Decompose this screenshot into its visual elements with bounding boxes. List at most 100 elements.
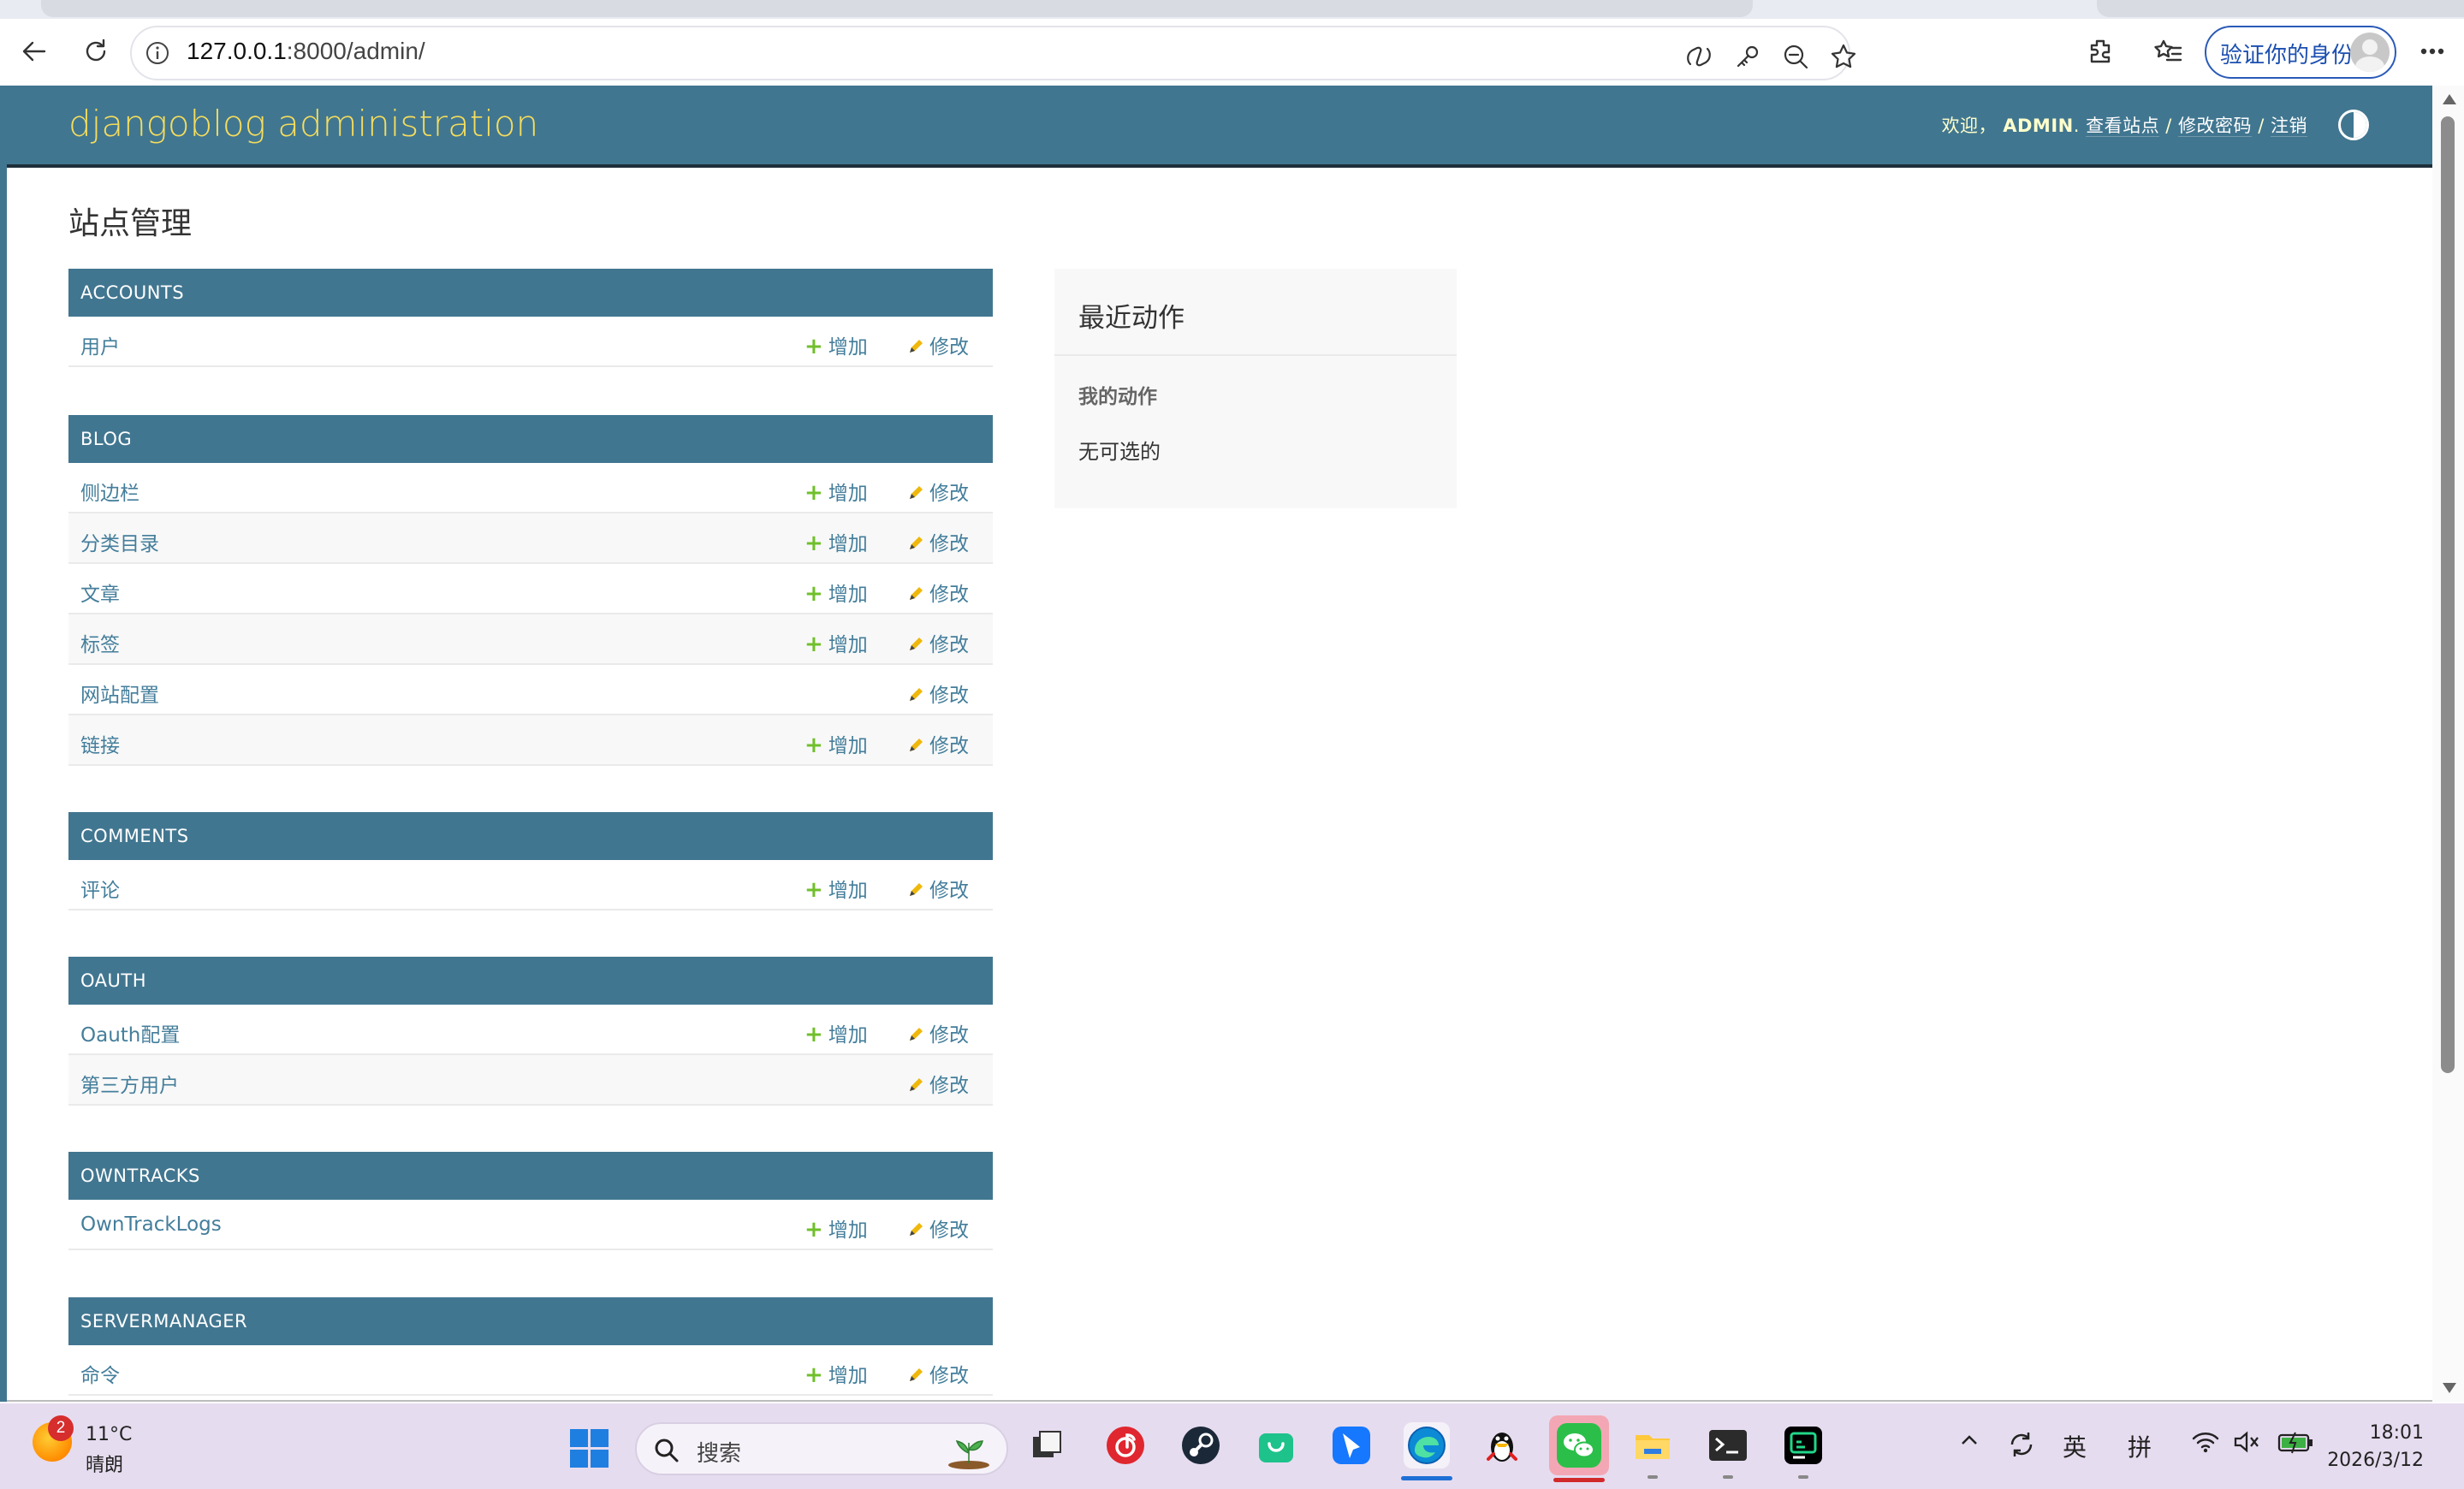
- add-link[interactable]: + 增加: [805, 729, 868, 758]
- theme-toggle-icon[interactable]: [2338, 110, 2369, 140]
- add-link[interactable]: + 增加: [805, 330, 868, 359]
- site-branding[interactable]: djangoblog administration: [68, 103, 538, 145]
- change-link[interactable]: 修改: [907, 1018, 969, 1047]
- site-info-icon[interactable]: [144, 39, 171, 67]
- app-module-blog: BLOG 侧边栏 + 增加 修改 分类目录 + 增加 修改 文章 + 增加 修改 标签 + 增加 修改 网站配置修…: [68, 415, 993, 766]
- model-link[interactable]: 侧边栏: [80, 477, 140, 506]
- scroll-up-icon[interactable]: [2443, 94, 2456, 104]
- reload-icon[interactable]: [75, 31, 116, 72]
- weather-condition[interactable]: 晴朗: [86, 1450, 123, 1477]
- change-link[interactable]: 修改: [907, 1359, 969, 1388]
- add-label: 增加: [828, 483, 868, 505]
- favorite-star-icon[interactable]: [1826, 39, 1861, 74]
- volume-muted-icon[interactable]: [2232, 1429, 2261, 1461]
- logout-link[interactable]: 注销: [2271, 116, 2307, 137]
- file-explorer-icon[interactable]: [1630, 1422, 1676, 1479]
- feishu-icon[interactable]: [1328, 1422, 1374, 1468]
- module-caption[interactable]: COMMENTS: [68, 812, 993, 860]
- address-url[interactable]: 127.0.0.1:8000/admin/: [187, 38, 425, 65]
- zoom-out-icon[interactable]: [1778, 39, 1813, 74]
- change-link[interactable]: 修改: [907, 679, 969, 708]
- plus-icon: +: [805, 334, 823, 359]
- sync-icon[interactable]: [2006, 1429, 2037, 1466]
- module-caption[interactable]: OWNTRACKS: [68, 1152, 993, 1200]
- ime-mode-indicator[interactable]: 英: [2063, 1429, 2087, 1463]
- store-bag-icon[interactable]: [1253, 1422, 1299, 1468]
- copilot-icon[interactable]: [1681, 39, 1715, 74]
- welcome-text: 欢迎，: [1941, 116, 1998, 136]
- clock-date[interactable]: 2026/3/12: [2321, 1450, 2424, 1471]
- add-label: 增加: [828, 634, 868, 656]
- plus-icon: +: [805, 1217, 823, 1243]
- module-caption[interactable]: SERVERMANAGER: [68, 1297, 993, 1345]
- add-label: 增加: [828, 533, 868, 555]
- add-link[interactable]: + 增加: [805, 1359, 868, 1388]
- change-link[interactable]: 修改: [907, 1069, 969, 1098]
- add-link[interactable]: + 增加: [805, 1018, 868, 1047]
- tray-overflow-chevron-icon[interactable]: [1958, 1429, 1980, 1457]
- add-link[interactable]: + 增加: [805, 1213, 868, 1243]
- model-link[interactable]: 网站配置: [80, 679, 159, 708]
- weather-temperature[interactable]: 11°C: [86, 1424, 132, 1445]
- module-caption[interactable]: ACCOUNTS: [68, 269, 993, 317]
- wechat-icon[interactable]: [1549, 1415, 1609, 1482]
- favorites-list-icon[interactable]: [2148, 31, 2189, 72]
- change-link[interactable]: 修改: [907, 729, 969, 758]
- model-link[interactable]: 分类目录: [80, 527, 159, 556]
- browser-tab-active[interactable]: [41, 0, 1753, 17]
- taskbar-search-box[interactable]: 搜索: [635, 1422, 1008, 1475]
- model-link[interactable]: 标签: [80, 628, 120, 657]
- add-label: 增加: [828, 336, 868, 359]
- taskview-icon[interactable]: [1024, 1422, 1070, 1468]
- module-caption[interactable]: BLOG: [68, 415, 993, 463]
- change-link[interactable]: 修改: [907, 628, 969, 657]
- key-icon[interactable]: [1731, 39, 1765, 74]
- edge-browser-icon[interactable]: [1401, 1422, 1452, 1480]
- address-bar[interactable]: 127.0.0.1:8000/admin/: [130, 26, 1856, 80]
- model-link[interactable]: OwnTrackLogs: [80, 1213, 222, 1236]
- ime-pinyin-indicator[interactable]: 拼: [2128, 1429, 2152, 1463]
- back-arrow-icon[interactable]: [14, 31, 55, 72]
- change-link[interactable]: 修改: [907, 874, 969, 903]
- model-link[interactable]: 链接: [80, 729, 120, 758]
- verify-identity-button[interactable]: 验证你的身份: [2205, 26, 2396, 79]
- scroll-thumb[interactable]: [2441, 116, 2455, 1073]
- clock-time[interactable]: 18:01: [2338, 1422, 2424, 1444]
- extensions-icon[interactable]: [2080, 31, 2121, 72]
- change-link[interactable]: 修改: [907, 330, 969, 359]
- model-link[interactable]: 用户: [80, 330, 120, 359]
- model-link[interactable]: Oauth配置: [80, 1018, 180, 1047]
- add-link[interactable]: + 增加: [805, 578, 868, 607]
- browser-tab[interactable]: [2097, 0, 2464, 17]
- model-link[interactable]: 评论: [80, 874, 120, 903]
- change-password-link[interactable]: 修改密码: [2178, 116, 2253, 137]
- model-row: Oauth配置 + 增加 修改: [68, 1005, 993, 1055]
- wifi-icon[interactable]: [2191, 1429, 2220, 1461]
- qq-penguin-icon[interactable]: [1479, 1422, 1525, 1468]
- steam-icon[interactable]: [1178, 1422, 1224, 1468]
- model-link[interactable]: 文章: [80, 578, 120, 607]
- model-link[interactable]: 命令: [80, 1359, 120, 1388]
- start-windows-icon[interactable]: [570, 1429, 609, 1468]
- add-link[interactable]: + 增加: [805, 527, 868, 556]
- scroll-down-icon[interactable]: [2443, 1383, 2456, 1393]
- netease-music-icon[interactable]: [1102, 1422, 1149, 1468]
- add-link[interactable]: + 增加: [805, 477, 868, 506]
- change-label: 修改: [929, 880, 969, 902]
- terminal-icon[interactable]: [1705, 1422, 1751, 1479]
- page-scrollbar[interactable]: [2432, 86, 2464, 1402]
- view-site-link[interactable]: 查看站点: [2086, 116, 2160, 137]
- change-link[interactable]: 修改: [907, 527, 969, 556]
- model-link[interactable]: 第三方用户: [80, 1069, 179, 1098]
- app-module-servermanager: SERVERMANAGER 命令 + 增加 修改: [68, 1297, 993, 1396]
- pycharm-icon[interactable]: [1780, 1422, 1826, 1479]
- add-link[interactable]: + 增加: [805, 628, 868, 657]
- change-link[interactable]: 修改: [907, 477, 969, 506]
- url-path: :8000/admin/: [286, 38, 425, 64]
- battery-charging-icon[interactable]: [2277, 1429, 2314, 1461]
- module-caption[interactable]: OAUTH: [68, 957, 993, 1005]
- change-link[interactable]: 修改: [907, 578, 969, 607]
- add-link[interactable]: + 增加: [805, 874, 868, 903]
- change-link[interactable]: 修改: [907, 1213, 969, 1243]
- more-menu-icon[interactable]: [2412, 31, 2453, 72]
